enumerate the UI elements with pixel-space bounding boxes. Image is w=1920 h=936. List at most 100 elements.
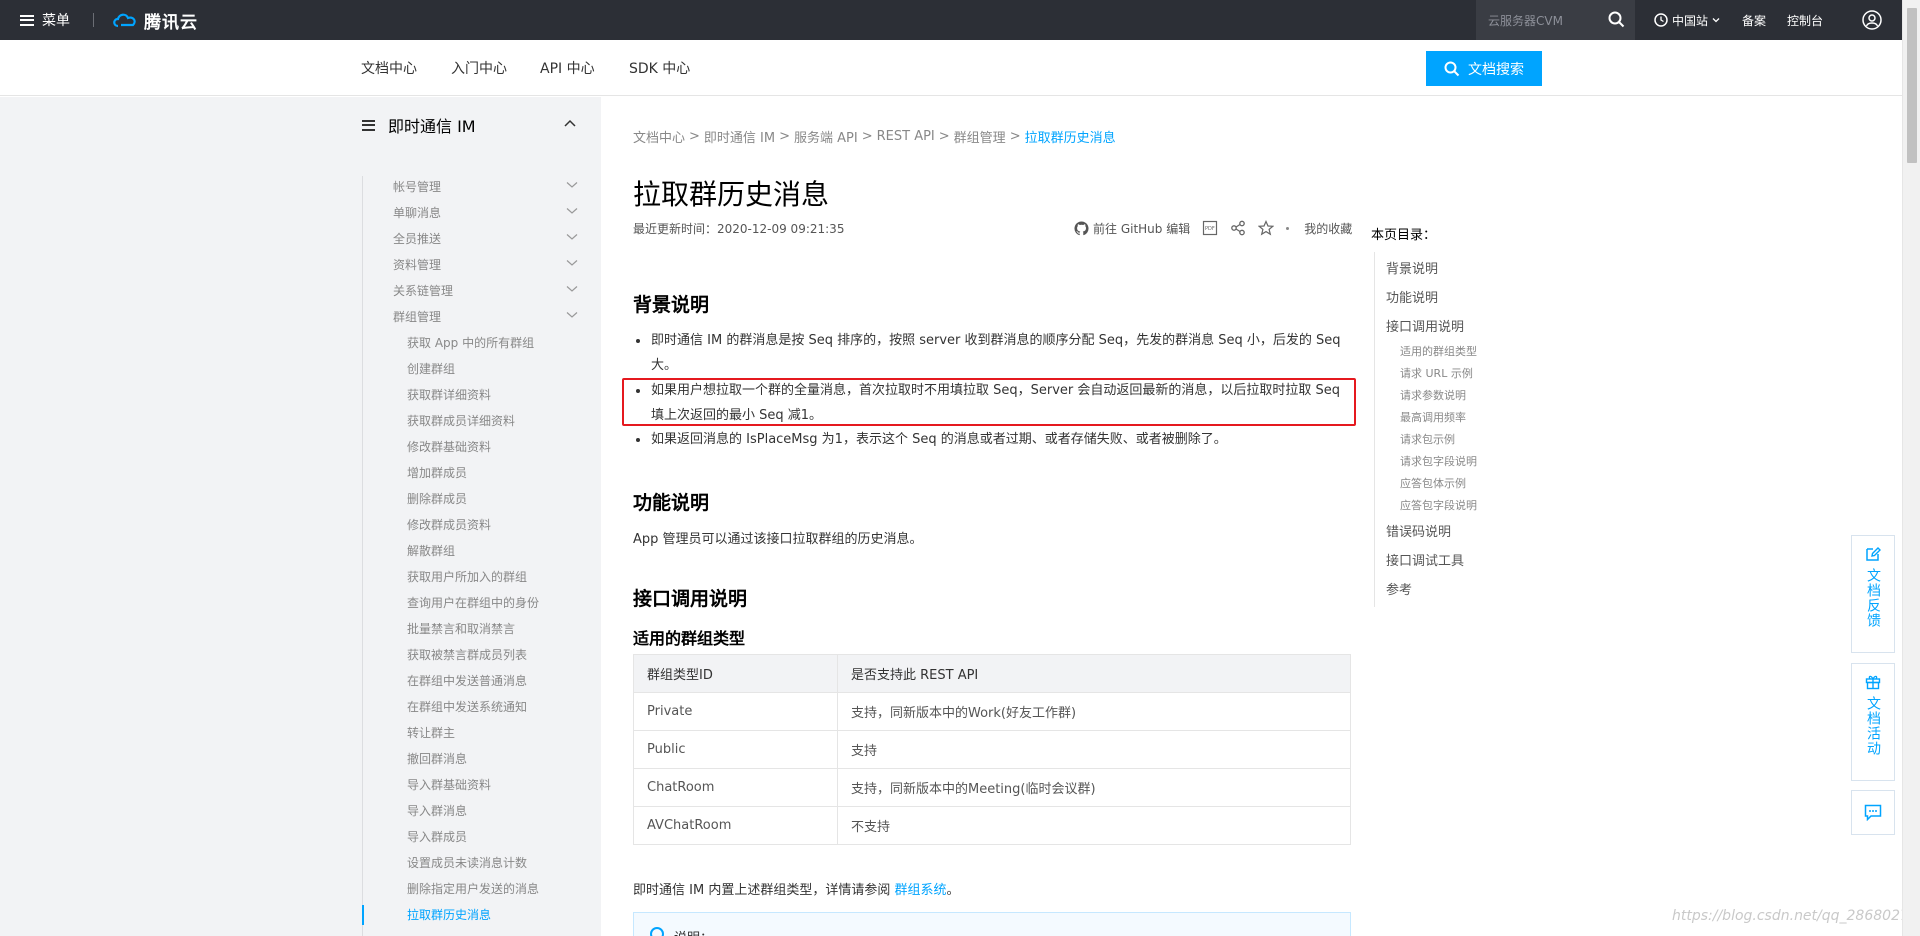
menu-button[interactable]: 菜单: [20, 0, 70, 40]
toc-item[interactable]: 接口调试工具: [1386, 550, 1464, 569]
sidebar-item[interactable]: 转让群主: [407, 722, 582, 742]
sidebar-item[interactable]: 导入群消息: [407, 800, 582, 820]
brand-logo[interactable]: 腾讯云: [112, 0, 198, 40]
breadcrumb-link[interactable]: 群组管理: [954, 127, 1006, 146]
sidebar-item[interactable]: 导入群基础资料: [407, 774, 582, 794]
menu-icon: [20, 14, 34, 26]
sidebar-item[interactable]: 获取 App 中的所有群组: [407, 332, 582, 352]
clock-icon: [1654, 13, 1668, 27]
chevron-down-icon: [566, 208, 578, 214]
sidebar-cat-group[interactable]: 群组管理: [393, 306, 578, 326]
breadcrumb-link[interactable]: REST API: [877, 129, 935, 144]
svg-text:PDF: PDF: [1205, 226, 1215, 232]
toc-sub-item[interactable]: 请求包字段说明: [1400, 453, 1477, 469]
beian-link[interactable]: 备案: [1742, 0, 1766, 40]
breadcrumb-current[interactable]: 拉取群历史消息: [1025, 127, 1116, 146]
sidebar-item-active[interactable]: 拉取群历史消息: [407, 904, 582, 924]
cloud-logo-icon: [113, 13, 136, 28]
brand-name: 腾讯云: [144, 12, 198, 33]
pdf-icon[interactable]: PDF: [1202, 220, 1218, 236]
chevron-down-icon: [1712, 18, 1720, 23]
doc-activity-label: 文档活动: [1865, 696, 1881, 756]
sidebar-item[interactable]: 修改群成员资料: [407, 514, 582, 534]
toc-sub-item[interactable]: 请求 URL 示例: [1400, 365, 1473, 381]
group-system-link[interactable]: 群组系统: [894, 883, 946, 898]
region-selector[interactable]: 中国站: [1654, 0, 1725, 40]
sidebar-item[interactable]: 导入群成员: [407, 826, 582, 846]
sidebar-cat-push[interactable]: 全员推送: [393, 228, 578, 248]
sidebar-item[interactable]: 在群组中发送系统通知: [407, 696, 582, 716]
sidebar-title-text: 即时通信 IM: [388, 117, 476, 136]
toc-item[interactable]: 接口调用说明: [1386, 316, 1464, 335]
toc-sub-item[interactable]: 应答包体示例: [1400, 475, 1466, 491]
sidebar-cat-relation[interactable]: 关系链管理: [393, 280, 578, 300]
breadcrumb-link[interactable]: 文档中心: [633, 127, 685, 146]
breadcrumb-separator: >: [779, 129, 791, 144]
sidebar-item[interactable]: 创建群组: [407, 358, 582, 378]
last-updated: 最近更新时间：2020-12-09 09:21:35: [633, 222, 845, 236]
nav-api-center[interactable]: API 中心: [540, 40, 595, 96]
toc-sub-item[interactable]: 适用的群组类型: [1400, 343, 1477, 359]
sidebar-item[interactable]: 在群组中发送普通消息: [407, 670, 582, 690]
doc-feedback-button[interactable]: 文档反馈: [1851, 535, 1895, 653]
doc-activity-button[interactable]: 文档活动: [1851, 663, 1895, 781]
chevron-up-icon[interactable]: [564, 119, 576, 129]
github-edit-link[interactable]: 前往 GitHub 编辑: [1074, 220, 1190, 237]
toc-item[interactable]: 背景说明: [1386, 258, 1438, 277]
sidebar-cat-label: 资料管理: [393, 257, 442, 272]
toc-item[interactable]: 功能说明: [1386, 287, 1438, 306]
scrollbar-thumb[interactable]: [1907, 8, 1917, 163]
github-icon: [1074, 220, 1089, 235]
sidebar-item[interactable]: 获取被禁言群成员列表: [407, 644, 582, 664]
console-link[interactable]: 控制台: [1787, 0, 1823, 40]
toc-sub-item[interactable]: 请求包示例: [1400, 431, 1455, 447]
chat-button[interactable]: [1851, 790, 1895, 835]
breadcrumb-link[interactable]: 即时通信 IM: [704, 127, 775, 146]
sidebar-item[interactable]: 解散群组: [407, 540, 582, 560]
sidebar-item[interactable]: 获取群成员详细资料: [407, 410, 582, 430]
sidebar-item[interactable]: 增加群成员: [407, 462, 582, 482]
breadcrumb-link[interactable]: 服务端 API: [794, 127, 858, 146]
sidebar-item[interactable]: 批量禁言和取消禁言: [407, 618, 582, 638]
page-scrollbar[interactable]: [1902, 0, 1920, 936]
sidebar-item[interactable]: 获取群详细资料: [407, 384, 582, 404]
nav-doc-center[interactable]: 文档中心: [361, 40, 417, 96]
user-avatar-icon[interactable]: [1862, 10, 1882, 30]
breadcrumb-separator: >: [861, 129, 873, 144]
toc-sub-item[interactable]: 应答包字段说明: [1400, 497, 1477, 513]
toc-sub-item[interactable]: 最高调用频率: [1400, 409, 1466, 425]
doc-search-button[interactable]: 文档搜索: [1426, 51, 1542, 86]
doc-search-label: 文档搜索: [1468, 61, 1524, 78]
search-icon[interactable]: [1608, 11, 1625, 28]
nav-sdk-center[interactable]: SDK 中心: [629, 40, 690, 96]
share-icon[interactable]: [1230, 220, 1246, 236]
question-icon: [650, 927, 664, 936]
table-cell: Public: [633, 730, 838, 769]
top-search-input[interactable]: 云服务器CVM: [1476, 0, 1635, 40]
table-cell: Private: [633, 692, 838, 731]
chevron-down-icon: [566, 312, 578, 318]
sidebar-title[interactable]: 即时通信 IM: [362, 113, 578, 137]
bullet-item: 如果返回消息的 IsPlaceMsg 为1，表示这个 Seq 的消息或者过期、或…: [633, 427, 1353, 452]
toc-item[interactable]: 错误码说明: [1386, 521, 1451, 540]
toc-sub-item[interactable]: 请求参数说明: [1400, 387, 1466, 403]
star-icon[interactable]: [1258, 220, 1275, 236]
sidebar-item[interactable]: 获取用户所加入的群组: [407, 566, 582, 586]
sidebar-item[interactable]: 修改群基础资料: [407, 436, 582, 456]
sidebar-cat-label: 帐号管理: [393, 179, 442, 194]
sidebar-cat-single-chat[interactable]: 单聊消息: [393, 202, 578, 222]
sidebar-item[interactable]: 删除指定用户发送的消息: [407, 878, 582, 898]
note-callout: 说明：: [633, 912, 1351, 936]
sidebar-item[interactable]: 设置成员未读消息计数: [407, 852, 582, 872]
top-search-placeholder: 云服务器CVM: [1488, 13, 1563, 28]
sidebar-cat-label: 关系链管理: [393, 283, 454, 298]
sidebar-item[interactable]: 撤回群消息: [407, 748, 582, 768]
table-cell: 支持，同新版本中的Meeting(临时会议群): [837, 768, 1351, 807]
toc-item[interactable]: 参考: [1386, 579, 1412, 598]
sidebar-item[interactable]: 查询用户在群组中的身份: [407, 592, 582, 612]
sidebar-item[interactable]: 删除群成员: [407, 488, 582, 508]
sidebar-cat-profile[interactable]: 资料管理: [393, 254, 578, 274]
sidebar-cat-account[interactable]: 帐号管理: [393, 176, 578, 196]
nav-getting-started[interactable]: 入门中心: [451, 40, 507, 96]
my-favorites-link[interactable]: 我的收藏: [1304, 220, 1352, 237]
